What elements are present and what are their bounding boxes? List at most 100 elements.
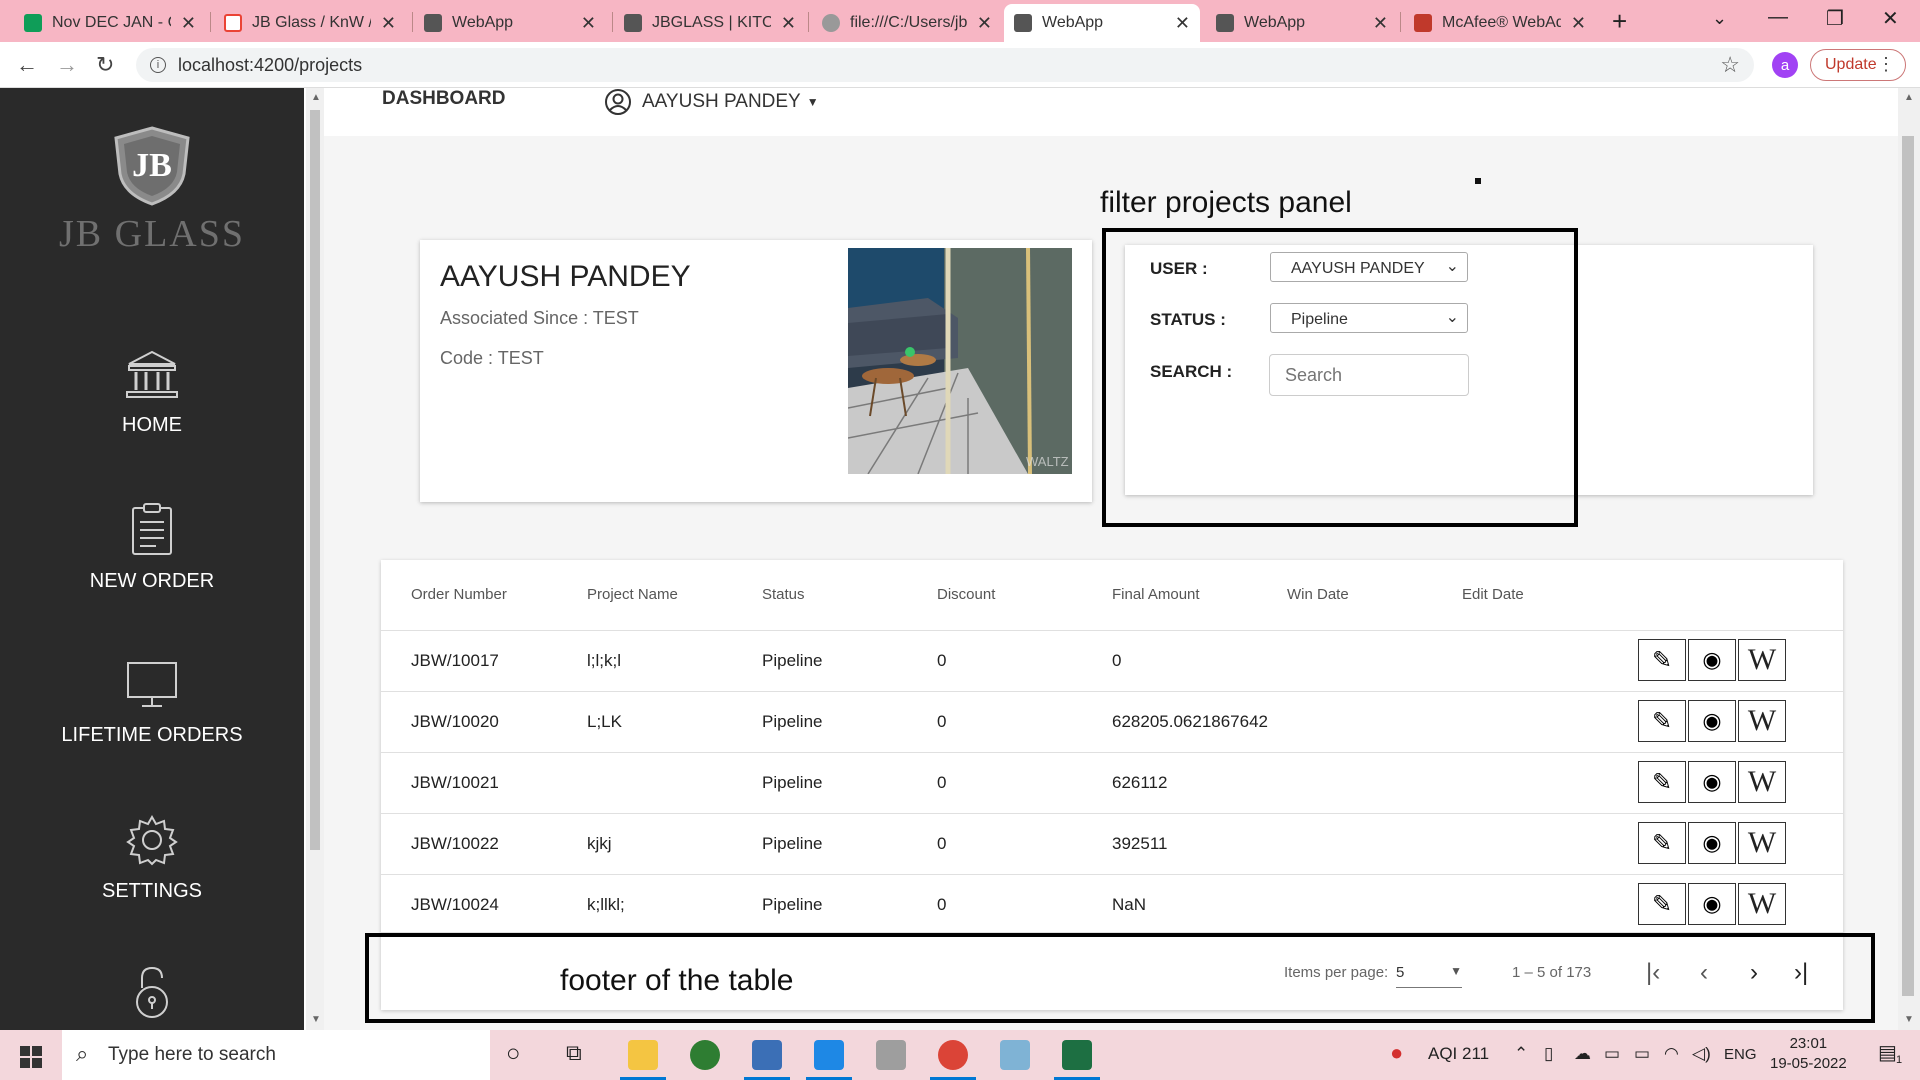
back-icon[interactable]: ← — [16, 52, 38, 78]
update-label: Update — [1825, 56, 1877, 73]
edit-button[interactable]: ✎ — [1638, 700, 1686, 742]
tab-title: JB Glass / KnW / W — [252, 14, 371, 31]
w-button[interactable]: W — [1738, 761, 1786, 803]
w-label: W — [1747, 643, 1777, 676]
column-header[interactable]: Status — [762, 586, 805, 603]
eye-icon: ◉ — [1702, 647, 1722, 672]
close-icon[interactable]: ✕ — [1571, 13, 1586, 34]
browser-tab[interactable]: WebApp ✕ — [414, 4, 606, 42]
notifications-icon[interactable]: ▤ — [1878, 1040, 1897, 1065]
close-icon[interactable]: ✕ — [581, 13, 596, 34]
cloud-icon[interactable]: ☁ — [1574, 1044, 1591, 1064]
network-app-icon[interactable] — [752, 1040, 782, 1070]
sidebar-item-lock[interactable] — [0, 966, 304, 1032]
w-button[interactable]: W — [1738, 700, 1786, 742]
vscode-icon[interactable] — [814, 1040, 844, 1070]
discount-cell: 0 — [937, 895, 947, 914]
view-button[interactable]: ◉ — [1688, 639, 1736, 681]
column-header[interactable]: Order Number — [411, 586, 507, 603]
notification-count: 1 — [1896, 1054, 1903, 1066]
edit-button[interactable]: ✎ — [1638, 761, 1686, 803]
table-row: JBW/10022 kjkj Pipeline 0 392511 ✎ ◉ W — [381, 813, 1843, 874]
column-header[interactable]: Win Date — [1287, 586, 1349, 603]
notepad-icon[interactable] — [1000, 1040, 1030, 1070]
sidebar-item-settings[interactable]: SETTINGS — [0, 814, 304, 903]
w-button[interactable]: W — [1738, 639, 1786, 681]
forward-icon[interactable]: → — [56, 52, 78, 78]
sidebar-item-home[interactable]: HOME — [0, 348, 304, 437]
view-button[interactable]: ◉ — [1688, 822, 1736, 864]
bookmark-star-icon[interactable]: ☆ — [1720, 52, 1740, 78]
dashboard-link[interactable]: DASHBOARD — [382, 88, 506, 110]
maximize-icon[interactable]: ❐ — [1826, 6, 1844, 31]
minimize-icon[interactable]: — — [1768, 6, 1788, 29]
sidebar-item-lifetime-orders[interactable]: LIFETIME ORDERS — [0, 660, 304, 747]
file-explorer-icon[interactable] — [628, 1040, 658, 1070]
cortana-icon[interactable]: ○ — [506, 1040, 521, 1068]
update-button[interactable]: Update ⋮ — [1810, 49, 1906, 81]
browser-tab-active[interactable]: WebApp ✕ — [1004, 4, 1200, 42]
info-icon[interactable]: i — [150, 57, 166, 73]
excel-icon[interactable] — [1062, 1040, 1092, 1070]
browser-tab[interactable]: JBGLASS | KITCHE ✕ — [614, 4, 806, 42]
taskbar-search[interactable]: ⌕ Type here to search — [62, 1030, 490, 1080]
view-button[interactable]: ◉ — [1688, 761, 1736, 803]
chrome-icon[interactable] — [938, 1040, 968, 1070]
edit-button[interactable]: ✎ — [1638, 883, 1686, 925]
pencil-icon: ✎ — [1651, 646, 1673, 674]
pencil-icon: ✎ — [1651, 768, 1673, 796]
browser-tab[interactable]: WebApp ✕ — [1206, 4, 1398, 42]
tray-apps-icon[interactable]: ▯ — [1544, 1044, 1553, 1064]
w-button[interactable]: W — [1738, 883, 1786, 925]
w-button[interactable]: W — [1738, 822, 1786, 864]
tray-chevron-icon[interactable]: ⌃ — [1514, 1044, 1528, 1064]
page-scrollbar[interactable]: ▲ ▼ — [1898, 88, 1920, 1030]
url-field[interactable]: i localhost:4200/projects ☆ — [136, 48, 1754, 82]
close-icon[interactable]: ✕ — [1373, 13, 1388, 34]
menu-dots-icon[interactable]: ⋮ — [1877, 54, 1895, 75]
windows-start-icon[interactable] — [20, 1046, 42, 1068]
tab-title: McAfee® WebAd — [1442, 14, 1561, 31]
order-number: JBW/10020 — [411, 712, 499, 731]
volume-icon[interactable]: ◁) — [1692, 1044, 1711, 1064]
view-button[interactable]: ◉ — [1688, 883, 1736, 925]
close-icon[interactable]: ✕ — [181, 13, 196, 34]
new-tab-button[interactable]: + — [1612, 6, 1627, 37]
column-header[interactable]: Final Amount — [1112, 586, 1200, 603]
language-indicator[interactable]: ENG — [1724, 1046, 1757, 1063]
mcafee-icon — [1414, 14, 1432, 32]
display-icon[interactable]: ▭ — [1604, 1044, 1620, 1064]
status-cell: Pipeline — [762, 773, 823, 792]
aqi-value[interactable]: AQI 211 — [1428, 1044, 1489, 1064]
edit-button[interactable]: ✎ — [1638, 639, 1686, 681]
mongodb-icon[interactable] — [690, 1040, 720, 1070]
clock[interactable]: 23:01 19-05-2022 — [1770, 1034, 1847, 1074]
close-icon[interactable]: ✕ — [381, 13, 396, 34]
order-number: JBW/10022 — [411, 834, 499, 853]
user-menu[interactable]: AAYUSH PANDEY ▼ — [604, 88, 819, 116]
browser-tab[interactable]: Nov DEC JAN - Go ✕ — [14, 4, 206, 42]
edit-button[interactable]: ✎ — [1638, 822, 1686, 864]
close-icon[interactable]: ✕ — [781, 13, 796, 34]
column-header[interactable]: Edit Date — [1462, 586, 1524, 603]
paint-icon[interactable] — [876, 1040, 906, 1070]
reload-icon[interactable]: ↻ — [96, 52, 114, 78]
order-number: JBW/10021 — [411, 773, 499, 792]
close-icon[interactable]: ✕ — [977, 13, 992, 34]
eye-icon: ◉ — [1702, 830, 1722, 855]
column-header[interactable]: Discount — [937, 586, 995, 603]
browser-tab[interactable]: JB Glass / KnW / W ✕ — [214, 4, 406, 42]
task-view-icon[interactable]: ⧉ — [566, 1040, 582, 1066]
profile-avatar[interactable]: a — [1772, 52, 1798, 78]
sidebar-scrollbar[interactable]: ▲ ▼ — [306, 88, 324, 1030]
view-button[interactable]: ◉ — [1688, 700, 1736, 742]
sidebar-item-new-order[interactable]: NEW ORDER — [0, 502, 304, 593]
tab-search-icon[interactable]: ⌄ — [1712, 8, 1727, 29]
close-icon[interactable]: ✕ — [1175, 13, 1190, 34]
wifi-icon[interactable]: ◠ — [1664, 1044, 1679, 1064]
close-window-icon[interactable]: ✕ — [1882, 6, 1899, 31]
browser-tab[interactable]: McAfee® WebAd ✕ — [1404, 4, 1596, 42]
browser-tab[interactable]: file:///C:/Users/jb ✕ — [812, 4, 1002, 42]
battery-icon[interactable]: ▭ — [1634, 1044, 1650, 1064]
column-header[interactable]: Project Name — [587, 586, 678, 603]
